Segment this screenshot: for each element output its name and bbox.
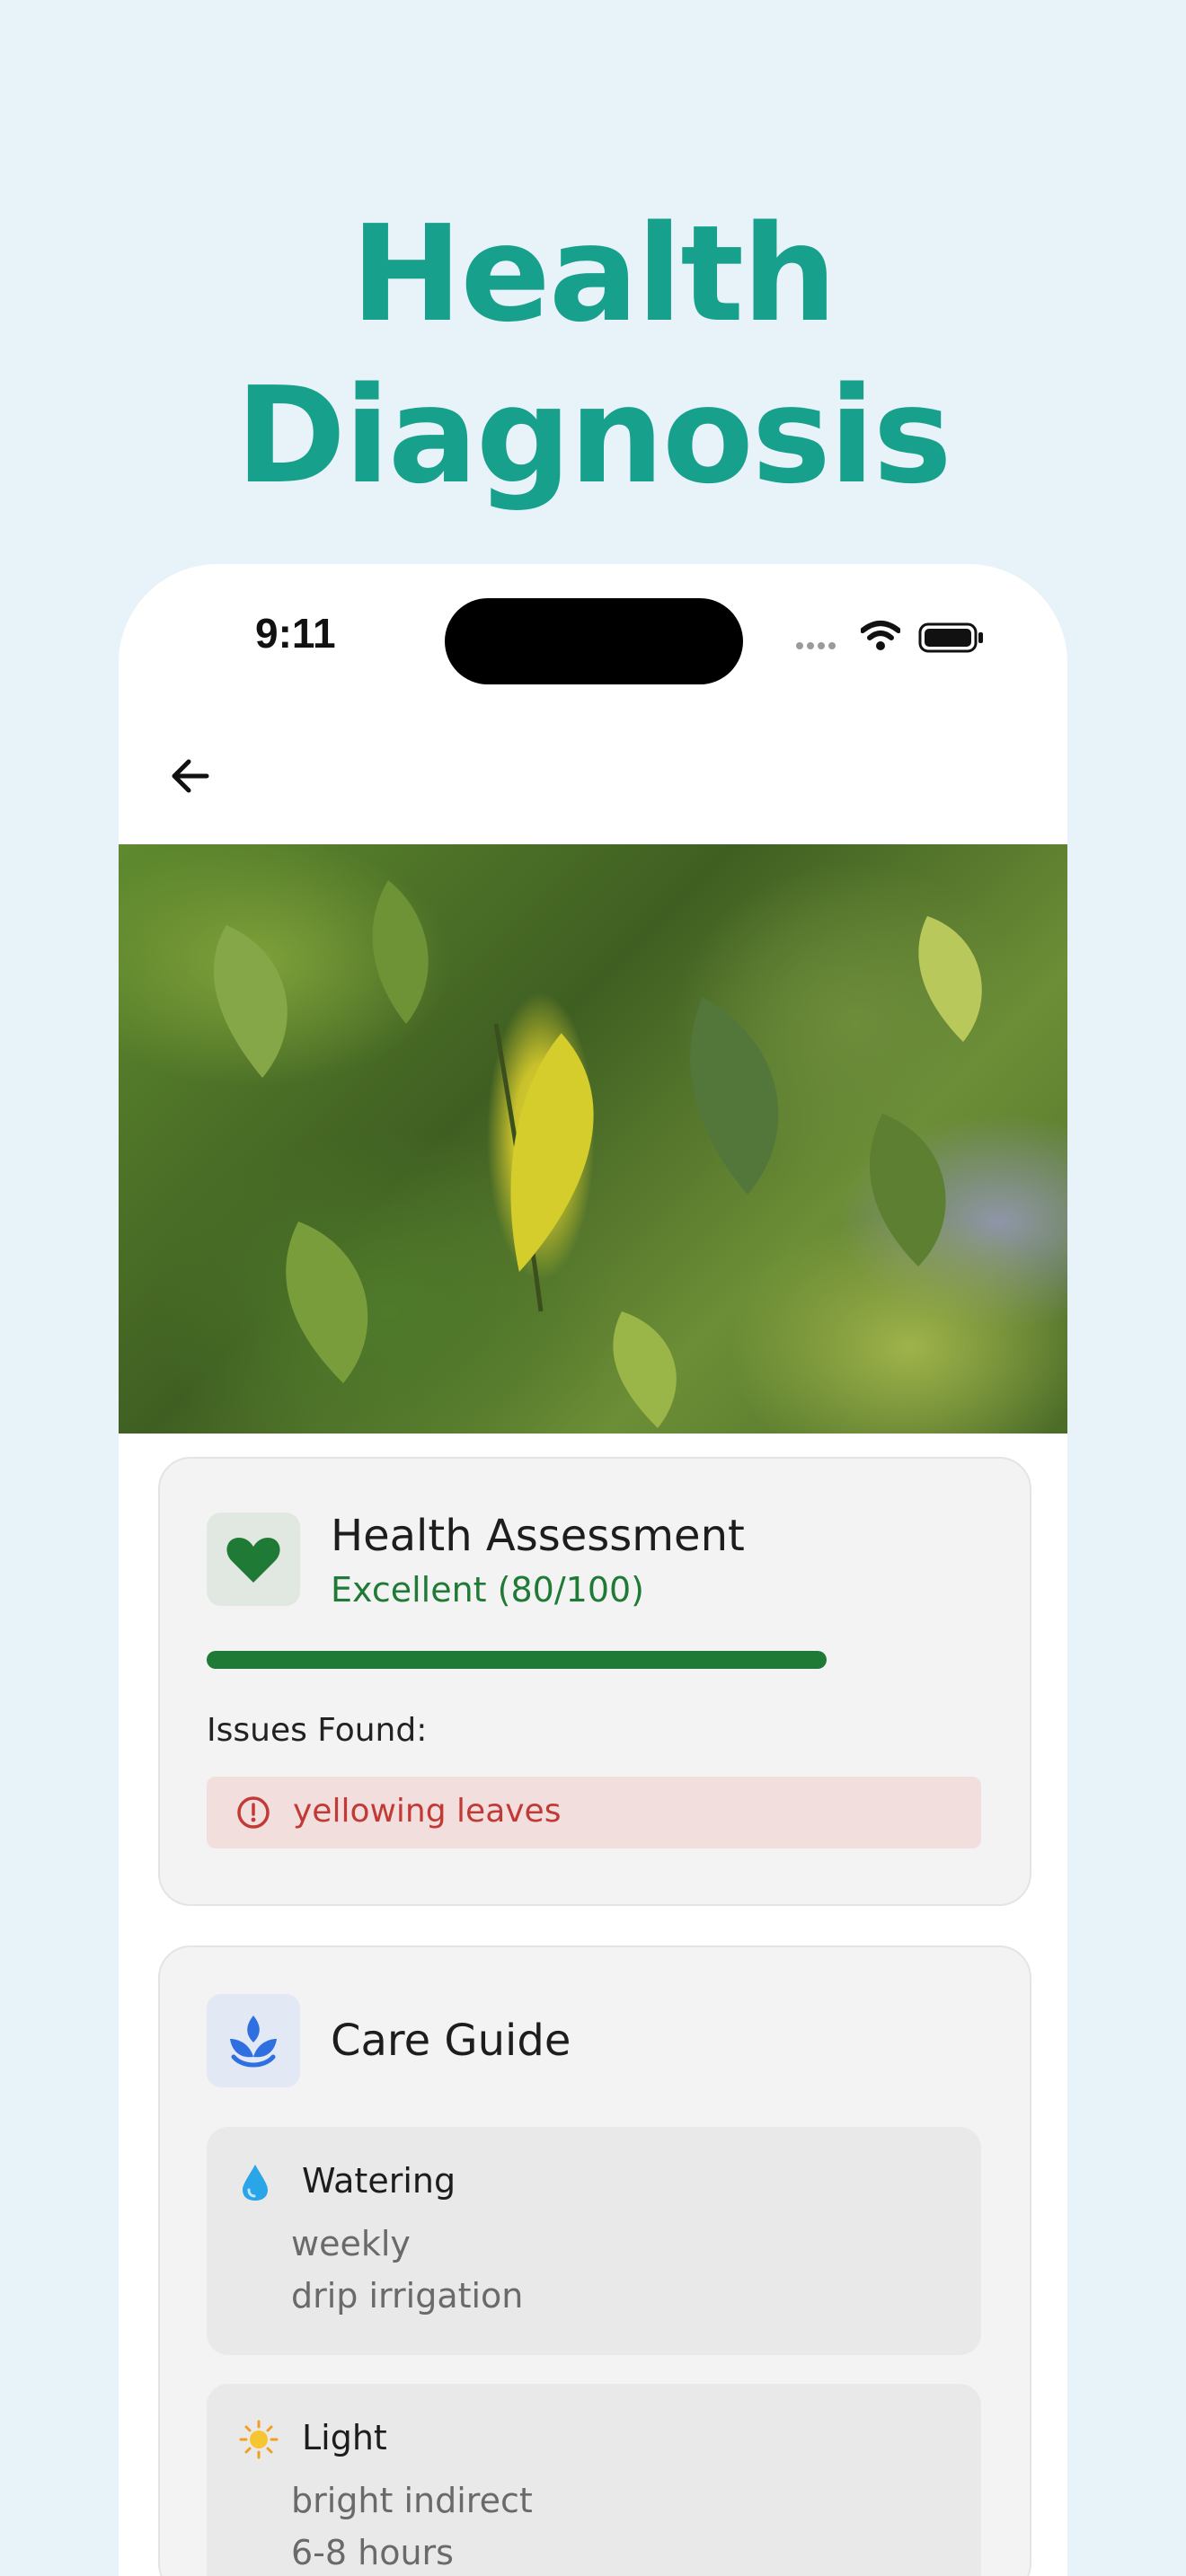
plant-care-icon xyxy=(230,2016,277,2068)
care-item-line: bright indirect xyxy=(291,2481,533,2520)
dynamic-island xyxy=(445,598,743,684)
issues-label: Issues Found: xyxy=(207,1712,428,1749)
care-item-title: Light xyxy=(302,2418,387,2457)
health-icon-box xyxy=(207,1513,300,1606)
water-drop-icon xyxy=(243,2165,268,2201)
care-icon-box xyxy=(207,1994,300,2087)
status-time: 9:11 xyxy=(255,610,336,657)
issue-text: yellowing leaves xyxy=(293,1793,562,1830)
issue-item: yellowing leaves xyxy=(207,1777,981,1848)
care-item-light[interactable]: Light bright indirect 6-8 hours xyxy=(207,2384,981,2576)
phone-frame: 9:11 Health Assessment Excellent (80/100… xyxy=(119,564,1067,2576)
wifi-icon xyxy=(861,621,900,650)
health-progress-bar xyxy=(207,1651,981,1669)
care-guide-card: Care Guide Watering weekly drip irrigati… xyxy=(158,1945,1031,2576)
plant-photo-leaves xyxy=(213,880,982,1428)
alert-circle-icon xyxy=(237,1796,270,1829)
health-assessment-card: Health Assessment Excellent (80/100) Iss… xyxy=(158,1457,1031,1906)
status-icons xyxy=(796,620,985,656)
sun-icon xyxy=(239,2420,279,2459)
page-headline: Health Diagnosis xyxy=(235,197,951,513)
care-item-line: drip irrigation xyxy=(291,2276,524,2316)
health-title: Health Assessment xyxy=(331,1511,745,1561)
battery-icon xyxy=(918,622,983,653)
signal-icon xyxy=(796,636,839,653)
back-arrow-icon[interactable] xyxy=(158,744,223,808)
heart-icon xyxy=(226,1538,280,1583)
care-item-line: weekly xyxy=(291,2224,411,2263)
care-title: Care Guide xyxy=(331,2016,571,2066)
health-score: Excellent (80/100) xyxy=(331,1570,644,1610)
plant-photo xyxy=(119,844,1067,1434)
health-progress-fill xyxy=(207,1651,827,1669)
care-item-line: 6-8 hours xyxy=(291,2533,454,2572)
care-item-title: Watering xyxy=(302,2161,456,2201)
care-item-watering[interactable]: Watering weekly drip irrigation xyxy=(207,2127,981,2355)
